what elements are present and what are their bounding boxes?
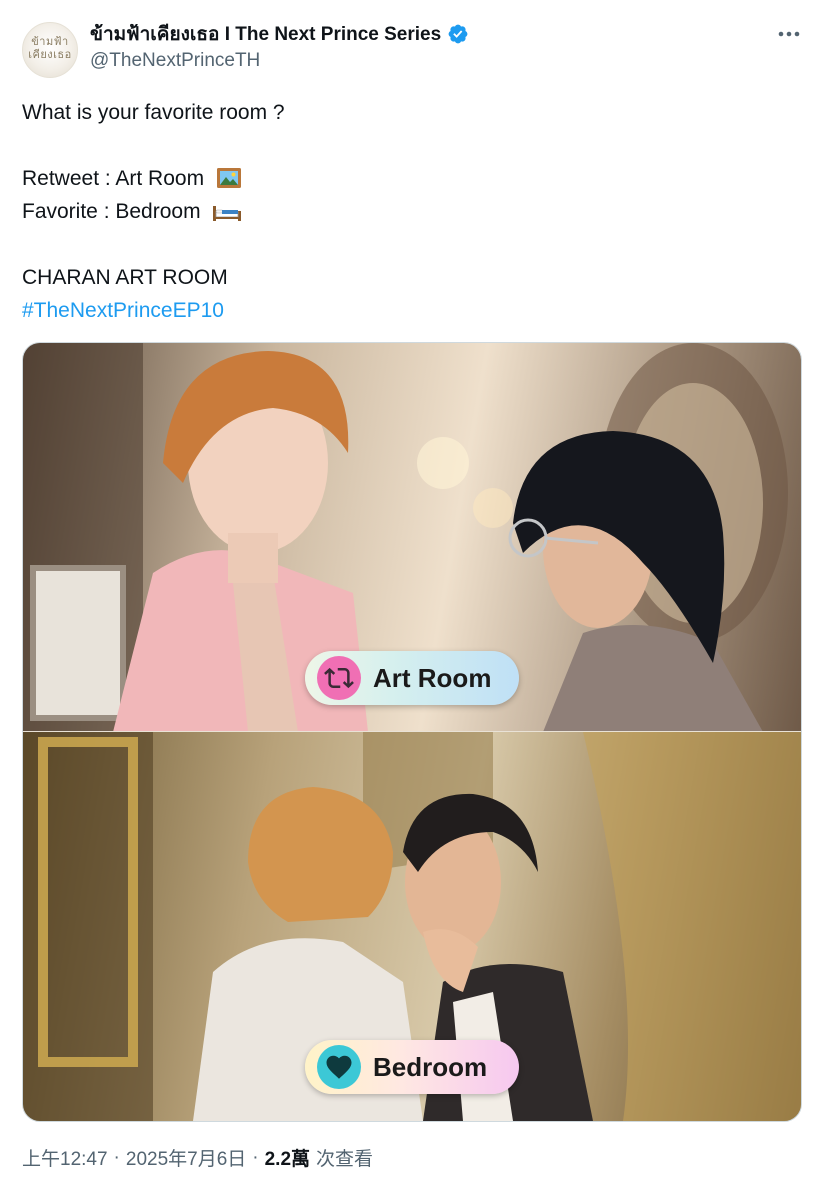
heart-icon <box>317 1045 361 1089</box>
author-handle[interactable]: @TheNextPrinceTH <box>90 50 260 72</box>
bedroom-label: Bedroom <box>305 1040 519 1094</box>
avatar-logo-text: ข้ามฟ้า เคียงเธอ <box>28 35 72 61</box>
retweet-option-text: Retweet : Art Room <box>22 167 205 190</box>
tweet-text-line-retweet: Retweet : Art Room <box>22 162 802 195</box>
tweet-time[interactable]: 上午12:47 <box>22 1144 108 1171</box>
favorite-option-text: Favorite : Bedroom <box>22 200 201 223</box>
retweet-icon <box>317 656 361 700</box>
tweet-metadata: 上午12:47 · 2025年7月6日 · 2.2萬 次查看 <box>22 1144 373 1171</box>
tweet-text-line: CHARAN ART ROOM <box>22 266 228 289</box>
view-count[interactable]: 2.2萬 <box>265 1144 310 1171</box>
tweet-media[interactable]: Art Room Bedroom <box>22 342 802 1122</box>
tweet: ข้ามฟ้า เคียงเธอ ข้ามฟ้าเคียงเธอ I The N… <box>0 0 827 1191</box>
bed-emoji-icon <box>213 206 242 221</box>
framed-picture-emoji-icon <box>216 168 241 188</box>
art-room-label: Art Room <box>305 651 519 705</box>
hashtag-link[interactable]: #TheNextPrinceEP10 <box>22 299 224 322</box>
meta-separator: · <box>252 1146 259 1168</box>
tweet-text: What is your favorite room ? Retweet : A… <box>22 96 802 327</box>
author-name-row: ข้ามฟ้าเคียงเธอ I The Next Prince Series <box>90 20 469 48</box>
tweet-text-line: What is your favorite room ? <box>22 101 285 124</box>
bedroom-photo[interactable]: Bedroom <box>23 732 801 1121</box>
bedroom-label-text: Bedroom <box>373 1051 488 1082</box>
tweet-date[interactable]: 2025年7月6日 <box>126 1144 246 1171</box>
tweet-text-line-favorite: Favorite : Bedroom <box>22 195 802 228</box>
meta-separator: · <box>113 1146 120 1168</box>
view-count-label: 次查看 <box>316 1149 374 1170</box>
art-room-label-text: Art Room <box>373 662 492 693</box>
author-display-name[interactable]: ข้ามฟ้าเคียงเธอ I The Next Prince Series <box>90 19 441 49</box>
art-room-photo[interactable]: Art Room <box>23 343 801 732</box>
tweet-hashtag-line: #TheNextPrinceEP10 <box>22 294 802 327</box>
avatar[interactable]: ข้ามฟ้า เคียงเธอ <box>22 22 78 78</box>
verified-badge-icon <box>448 24 468 44</box>
more-options-icon[interactable] <box>774 22 804 46</box>
